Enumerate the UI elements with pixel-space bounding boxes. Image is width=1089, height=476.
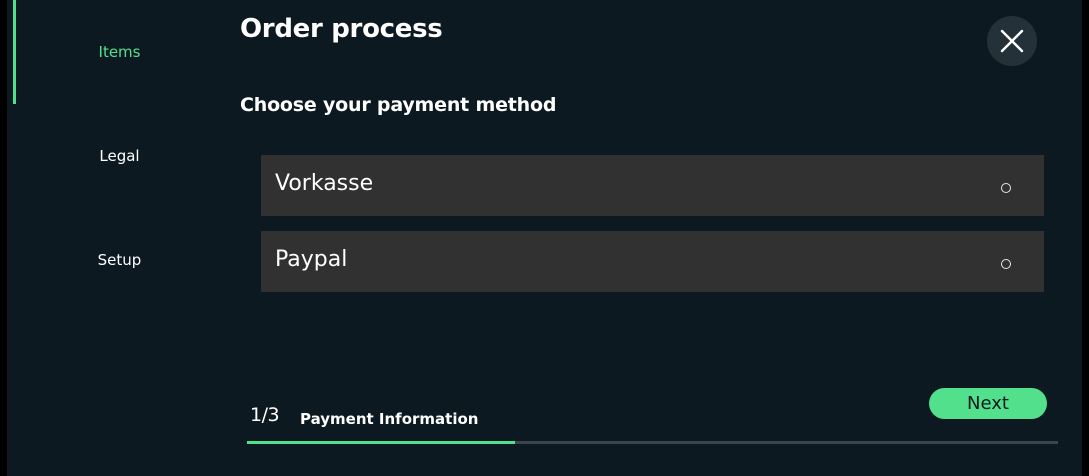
step-label: Payment Information (300, 410, 479, 428)
page-title: Order process (240, 14, 443, 44)
order-process-panel: Items Legal Setup Order process Choose y… (7, 0, 1082, 476)
step-counter: 1/3 (250, 404, 280, 426)
payment-option-vorkasse[interactable]: Vorkasse (261, 155, 1044, 216)
sidebar-item-legal[interactable]: Legal (7, 104, 232, 208)
sidebar-item-items[interactable]: Items (7, 0, 232, 104)
next-button-label: Next (967, 393, 1009, 414)
radio-button[interactable] (1001, 183, 1011, 193)
sidebar-item-label: Setup (97, 251, 142, 269)
sidebar-nav: Items Legal Setup (7, 0, 232, 476)
radio-button[interactable] (1001, 259, 1011, 269)
payment-option-paypal[interactable]: Paypal (261, 231, 1044, 292)
progress-bar (247, 441, 1058, 444)
close-icon (1000, 29, 1024, 53)
close-button[interactable] (987, 16, 1037, 66)
sidebar-item-setup[interactable]: Setup (7, 208, 232, 312)
active-indicator (13, 0, 16, 104)
progress-fill (247, 441, 515, 444)
sidebar-item-label: Legal (99, 147, 140, 165)
payment-option-label: Vorkasse (275, 171, 374, 196)
next-button[interactable]: Next (929, 388, 1047, 419)
sidebar-item-label: Items (98, 43, 141, 61)
payment-option-label: Paypal (275, 247, 348, 272)
payment-method-heading: Choose your payment method (240, 94, 557, 116)
